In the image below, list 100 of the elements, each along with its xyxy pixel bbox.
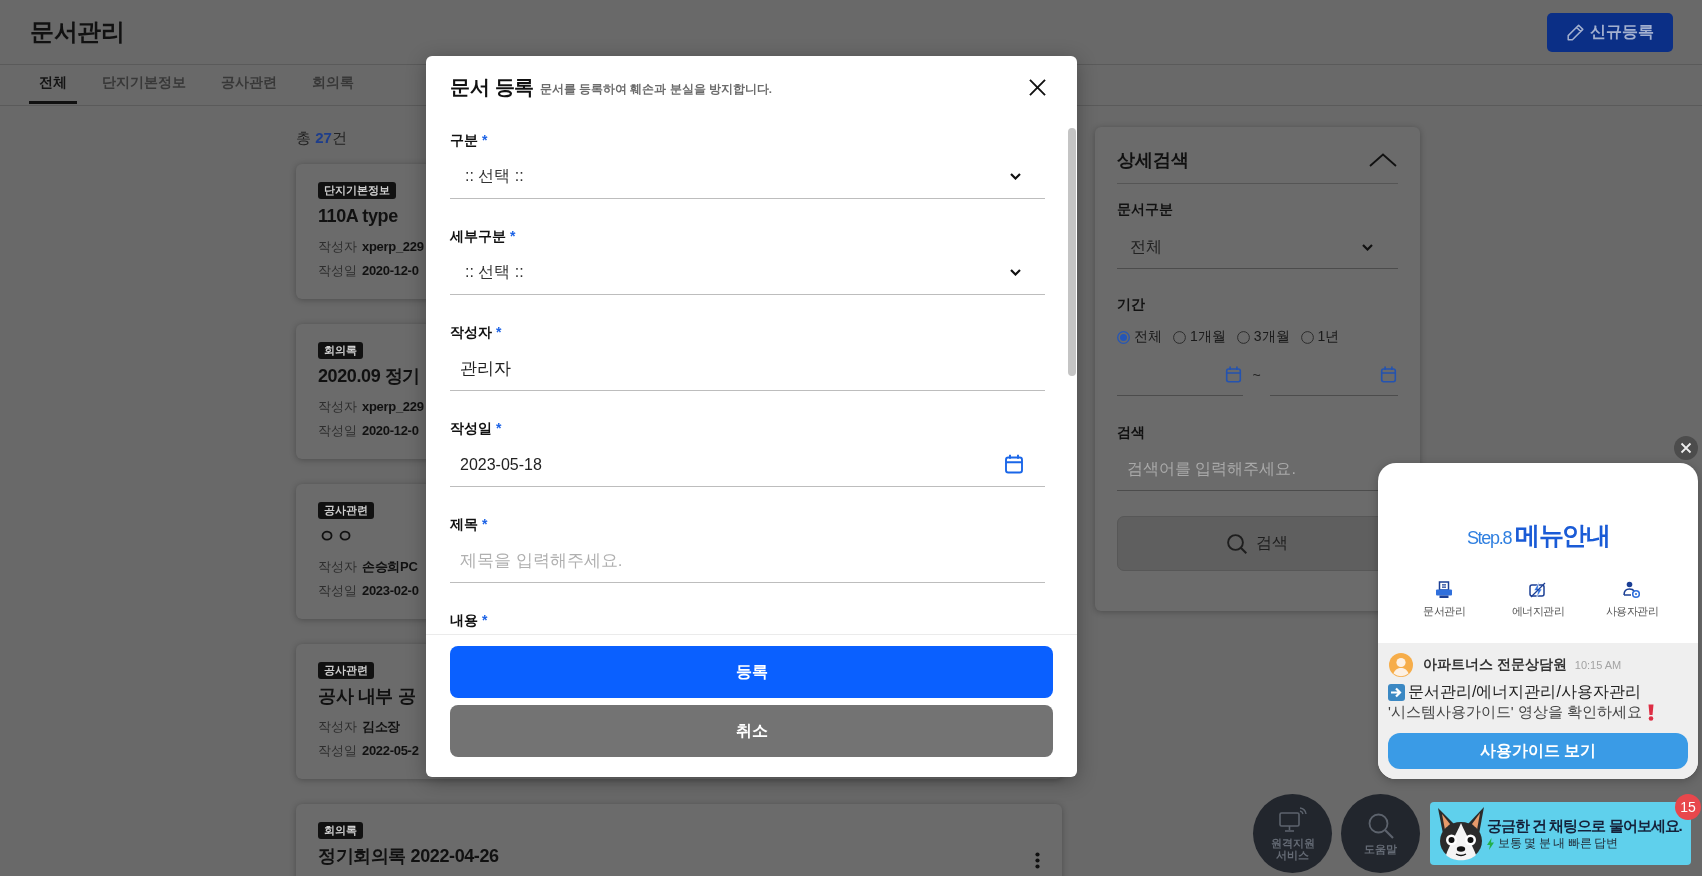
more-options-icon[interactable] (1035, 852, 1040, 869)
search-icon (1227, 533, 1247, 554)
modal-subtitle: 문서를 등록하여 훼손과 분실을 방지합니다. (540, 82, 773, 97)
document-card[interactable]: 회의록 정기회의록 2022-04-26 (296, 804, 1062, 876)
date-field[interactable]: 2023-05-18 (450, 443, 1045, 487)
card-title: 2020.09 정기 (318, 365, 421, 388)
select-field[interactable]: :: 선택 :: (450, 155, 1045, 199)
category-tag: 회의록 (318, 342, 363, 359)
card-title: 정기회의록 2022-04-26 (318, 845, 499, 868)
category-tag: 공사관련 (318, 662, 374, 679)
radio-option[interactable]: 3개월 (1236, 328, 1290, 346)
field-label: 문서구분 (1117, 200, 1173, 219)
card-title: 공사 내부 공 (318, 685, 416, 708)
text-field[interactable]: 관리자 (450, 347, 1045, 391)
category-tag: 단지기본정보 (318, 182, 396, 199)
dog-face-icon (1436, 805, 1486, 862)
unread-count-badge: 15 (1675, 794, 1701, 820)
field-label: 작성일 (450, 419, 492, 438)
lightning-icon (1487, 837, 1494, 850)
field-label: 세부구분 (450, 227, 506, 246)
guide-button[interactable]: 사용가이드 보기 (1388, 733, 1688, 769)
radio-icon[interactable] (1300, 330, 1314, 344)
calendar-icon[interactable] (1004, 454, 1024, 474)
radio-option[interactable]: 1년 (1300, 328, 1340, 346)
cancel-button[interactable]: 취소 (450, 705, 1053, 757)
author-label: 작성자 (318, 239, 357, 256)
select-field[interactable]: :: 선택 :: (450, 251, 1045, 295)
field-label: 작성자 (450, 323, 492, 342)
author-label: 작성자 (318, 399, 357, 416)
date-label: 작성일 (318, 583, 357, 600)
register-button[interactable]: 등록 (450, 646, 1053, 698)
chevron-up-icon[interactable] (1369, 153, 1397, 167)
field-label: 내용 (450, 611, 478, 630)
menu-label: 에너지관리 (1511, 604, 1565, 618)
radio-icon[interactable] (1117, 330, 1130, 344)
field-label: 제목 (450, 515, 478, 534)
step-label: Step.8 (1466, 527, 1512, 550)
author-label: 작성자 (318, 719, 357, 736)
total-count: 총 27건 (296, 128, 347, 148)
radio-icon[interactable] (1236, 330, 1250, 344)
range-separator: ~ (1251, 367, 1262, 383)
radio-option[interactable]: 1개월 (1173, 328, 1226, 346)
close-icon[interactable] (1674, 436, 1698, 460)
scrollbar-thumb[interactable] (1068, 128, 1076, 376)
required-mark: * (510, 227, 516, 246)
page-title: 문서관리 (30, 17, 124, 47)
card-title: ㅇㅇ (318, 525, 354, 548)
date-label: 작성일 (318, 743, 357, 760)
author-name: 손승희PC (362, 558, 418, 576)
search-icon (1367, 812, 1394, 839)
printer-icon[interactable] (1435, 581, 1453, 599)
avatar-icon (1389, 653, 1413, 677)
close-icon[interactable] (1029, 78, 1046, 96)
author-name: 김소장 (362, 718, 401, 736)
card-title: 110A type (318, 205, 398, 228)
menu-label: 사용자관리 (1605, 604, 1659, 618)
remote-support-button[interactable]: 원격지원 서비스 (1253, 794, 1332, 873)
date-value: 2020-12-0 (362, 262, 419, 280)
date-label: 작성일 (318, 423, 357, 440)
author-name: xperp_229 (362, 238, 424, 256)
modal-title: 문서 등록 (450, 74, 535, 100)
sender-name: 아파트너스 전문상담원 (1423, 656, 1567, 674)
required-mark: * (496, 323, 502, 342)
arrow-right-icon (1388, 683, 1405, 701)
chat-banner-subtitle: 보통 몇 분 내 빠른 답변 (1498, 836, 1618, 851)
required-mark: * (482, 611, 488, 630)
field-label: 기간 (1117, 295, 1145, 314)
panel-title: 상세검색 (1117, 149, 1189, 172)
category-tag: 회의록 (318, 822, 363, 839)
lightning-icon[interactable] (1529, 581, 1547, 599)
date-label: 작성일 (318, 263, 357, 280)
required-mark: * (482, 131, 488, 150)
author-name: xperp_229 (362, 398, 424, 416)
field-label: 검색 (1117, 423, 1145, 442)
monitor-icon (1278, 806, 1307, 833)
select-field[interactable]: 전체 (1117, 227, 1398, 269)
radio-option[interactable]: 전체 (1117, 328, 1162, 346)
text-field[interactable]: 제목을 입력해주세요. (450, 539, 1045, 583)
radio-icon[interactable] (1173, 330, 1186, 344)
date-value: 2022-05-2 (362, 742, 419, 760)
chevron-down-icon (1010, 269, 1021, 276)
category-tag: 공사관련 (318, 502, 374, 519)
message-time: 10:15 AM (1574, 659, 1622, 671)
user-gear-icon[interactable] (1623, 581, 1641, 599)
chevron-down-icon (1362, 244, 1373, 251)
search-field[interactable]: 검색어를 입력해주세요. (1117, 448, 1398, 491)
guide-heading: 메뉴안내 (1515, 520, 1610, 551)
pencil-icon (1566, 24, 1584, 41)
field-label: 구분 (450, 131, 478, 150)
tab[interactable]: 전체 (29, 65, 77, 104)
exclamation-icon (1648, 703, 1655, 721)
menu-label: 문서관리 (1423, 604, 1465, 618)
new-register-button[interactable]: 신규등록 (1547, 13, 1673, 52)
required-mark: * (496, 419, 502, 438)
help-button[interactable]: 도움말 (1341, 794, 1420, 873)
date-value: 2023-02-0 (362, 582, 419, 600)
message-text: 문서관리/에너지관리/사용자관리 (1408, 681, 1641, 702)
required-mark: * (482, 515, 488, 534)
chevron-down-icon (1010, 173, 1021, 180)
author-label: 작성자 (318, 559, 357, 576)
